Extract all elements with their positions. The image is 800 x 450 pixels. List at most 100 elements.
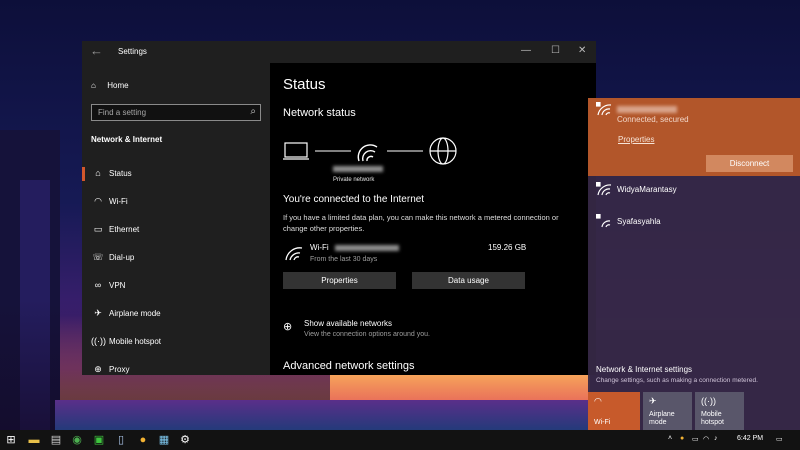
title-bar: ← Settings — ☐ ✕ [82,41,596,63]
airplane-mode-quick-action[interactable]: ✈ Airplane mode [643,392,692,430]
airplane-icon: ✈ [649,396,657,406]
home-link[interactable]: ⌂ Home [91,81,129,90]
search-input[interactable]: Find a setting ⌕ [91,104,261,121]
quick-action-label: Mobile hotspot [701,411,724,426]
sidebar-item-label: Proxy [109,365,130,374]
close-button[interactable]: ✕ [578,45,586,56]
data-usage-value: 159.26 GB [488,243,527,252]
chevron-up-icon[interactable]: ˄ [668,435,672,442]
search-icon[interactable]: ⌕ [250,106,256,117]
file-explorer-icon[interactable]: ▬ [27,433,41,447]
mobile-hotspot-quick-action[interactable]: ((·)) Mobile hotspot [695,392,744,430]
globe-icon: ⊕ [94,364,102,374]
window-title: Settings [118,47,147,56]
wifi-tray-icon[interactable]: ◠ [703,435,709,443]
page-title: Status [283,76,326,93]
network-settings-description: Change settings, such as making a connec… [596,377,758,384]
flyout-properties-link[interactable]: Properties [618,135,654,144]
wifi-secured-icon [596,102,612,116]
wifi-secured-icon [596,214,611,228]
network-type: Private network [333,177,375,183]
section-title: Network & Internet [91,135,163,144]
airplane-icon: ✈ [94,308,102,318]
sidebar-item-wifi[interactable]: ◠ Wi-Fi [82,189,270,215]
ethernet-icon: ▭ [93,224,103,234]
network-status-heading: Network status [283,107,356,119]
show-networks-subtitle: View the connection options around you. [304,331,430,338]
clock[interactable]: 6:42 PM [737,435,763,442]
disconnect-button[interactable]: Disconnect [706,155,793,172]
properties-button[interactable]: Properties [283,272,396,289]
sidebar-item-label: Mobile hotspot [109,337,162,346]
app-icon[interactable]: ● [136,433,150,447]
wifi-signal-icon [357,144,378,162]
hotspot-icon: ((·)) [701,396,716,406]
sidebar-item-vpn[interactable]: ∞ VPN [82,273,270,299]
sidebar-item-ethernet[interactable]: ▭ Ethernet [82,217,270,243]
network-name: WidyaMarantasy [617,185,677,194]
sidebar: ⌂ Home Find a setting ⌕ Network & Intern… [82,63,270,375]
home-globe-icon: ⌂ [95,168,101,178]
globe-icon: ⊕ [283,321,293,333]
vpn-icon: ∞ [94,280,102,290]
wifi-icon [285,247,303,261]
sidebar-item-label: Dial-up [109,253,135,262]
quick-action-label: Wi-Fi [594,419,611,426]
connected-network-panel[interactable]: Connected, secured Properties Disconnect [588,98,800,176]
start-windows-icon[interactable]: ⊞ [4,433,18,447]
wifi-label: Wi-Fi [310,243,329,252]
home-icon: ⌂ [91,81,96,90]
network-diagram [283,137,457,165]
sidebar-item-dialup[interactable]: ☏ Dial-up [82,245,270,271]
sidebar-item-status[interactable]: ⌂ Status [82,161,270,187]
sidebar-item-mobile-hotspot[interactable]: ((·)) Mobile hotspot [82,329,270,355]
hotspot-icon: ((·)) [91,336,106,346]
globe-icon [429,137,457,165]
network-name: Syafasyahla [617,217,661,226]
taskbar: ⊞ ▬ ▤ ◉ ▣ ▯ ● ▦ ⚙ ˄ ● ▭ ◠ ♪ 6:42 PM ▭ [0,430,800,450]
selected-indicator [82,167,85,181]
sidebar-item-label: VPN [109,281,126,290]
laptop-icon [283,142,309,160]
wifi-icon: ◠ [94,196,102,206]
sidebar-item-proxy[interactable]: ⊕ Proxy [82,357,270,375]
maximize-button[interactable]: ☐ [551,45,560,56]
dialup-icon: ☏ [92,252,104,262]
wifi-secured-icon [596,182,612,196]
sidebar-item-label: Airplane mode [109,309,161,318]
advanced-settings-heading: Advanced network settings [283,360,415,372]
main-content: Status Network status Private network Yo… [270,63,596,375]
redacted-network-name [333,166,383,172]
app-icon[interactable]: ▤ [49,433,63,447]
notepad-icon[interactable]: ▯ [114,433,128,447]
quick-action-label: Airplane mode [649,411,675,426]
sidebar-item-label: Ethernet [109,225,140,234]
back-arrow-icon[interactable]: ← [90,43,103,58]
browser-icon[interactable]: ◉ [70,433,84,447]
connected-heading: You're connected to the Internet [283,194,425,205]
wifi-quick-action[interactable]: ◠ Wi-Fi [588,392,640,430]
connection-status: Connected, secured [617,115,689,124]
show-networks-title: Show available networks [304,319,393,328]
battery-icon[interactable]: ▭ [692,435,699,443]
connected-description: If you have a limited data plan, you can… [283,213,559,233]
settings-gear-icon[interactable]: ⚙ [178,433,192,447]
settings-window: ← Settings — ☐ ✕ ⌂ Home Find a setting ⌕… [82,41,596,375]
wifi-connection-name: Wi-Fi [310,243,399,252]
sidebar-item-airplane-mode[interactable]: ✈ Airplane mode [82,301,270,327]
messenger-icon[interactable]: ▣ [92,433,106,447]
notification-app-icon[interactable]: ● [680,435,684,442]
wallpaper-water [55,400,590,430]
sidebar-item-label: Status [109,169,132,178]
volume-icon[interactable]: ♪ [714,435,718,442]
app-icon[interactable]: ▦ [157,433,171,447]
wifi-icon: ◠ [594,396,602,406]
sidebar-item-label: Wi-Fi [109,197,128,206]
minimize-button[interactable]: — [521,45,531,56]
action-center-icon[interactable]: ▭ [776,435,783,443]
home-label: Home [107,81,129,90]
network-settings-link[interactable]: Network & Internet settings [596,365,692,374]
redacted-ssid [334,244,399,251]
redacted-connected-ssid [617,106,677,114]
data-usage-button[interactable]: Data usage [412,272,525,289]
